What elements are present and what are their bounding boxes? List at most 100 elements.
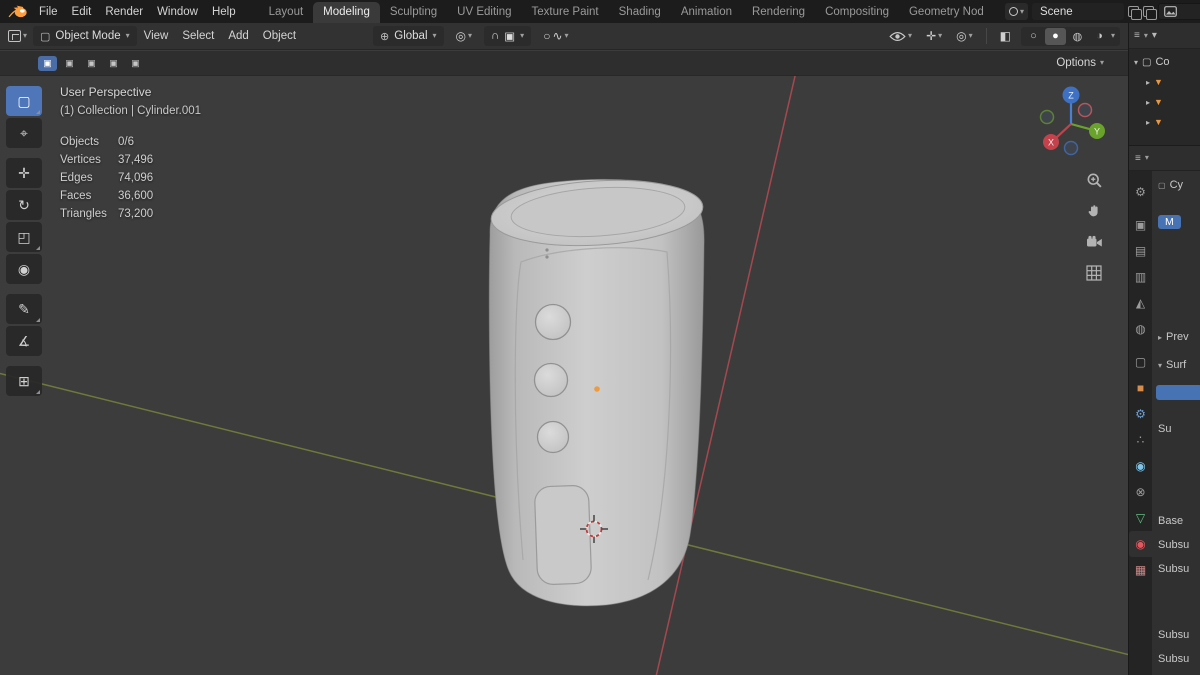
menu-file[interactable]: File bbox=[32, 4, 65, 20]
viewport-3d[interactable]: ▢ ⌖ ✛ ↻ ◰ ◉ ✎ ∡ ⊞ User Perspective (1) C… bbox=[0, 76, 1128, 675]
ptab-physics[interactable]: ◉ bbox=[1129, 453, 1152, 479]
ptab-output[interactable]: ▤ bbox=[1129, 238, 1152, 264]
expand-icon[interactable]: ▾ bbox=[1134, 58, 1138, 67]
ptab-modifiers[interactable]: ⚙ bbox=[1129, 401, 1152, 427]
expand-icon[interactable]: ▸ bbox=[1146, 98, 1150, 107]
tab-geometry-nodes[interactable]: Geometry Nod bbox=[899, 2, 994, 23]
shading-solid-button[interactable]: ● bbox=[1044, 27, 1066, 45]
select-mode-new-button[interactable]: ▣ bbox=[60, 56, 79, 71]
menu-help[interactable]: Help bbox=[205, 4, 243, 20]
ptab-constraints[interactable]: ⊗ bbox=[1129, 479, 1152, 505]
new-scene-icon[interactable] bbox=[1128, 6, 1142, 20]
scene-browse-button[interactable]: ▾ bbox=[1004, 3, 1028, 20]
ptab-tool[interactable]: ⚙ bbox=[1129, 179, 1152, 205]
menu-select[interactable]: Select bbox=[175, 28, 221, 44]
ptab-object[interactable]: ■ bbox=[1129, 375, 1152, 401]
surface-section-header[interactable]: ▾ Surf bbox=[1158, 359, 1186, 371]
cursor-icon: ⌖ bbox=[20, 124, 28, 141]
speaker-object[interactable] bbox=[488, 175, 705, 607]
pan-button[interactable] bbox=[1084, 201, 1104, 221]
blender-logo-icon[interactable] bbox=[8, 5, 28, 18]
outliner-row-collection[interactable]: ▾ ▢ Co bbox=[1129, 52, 1200, 72]
ptab-object-data[interactable]: ▽ bbox=[1129, 505, 1152, 531]
select-mode-tweak-button[interactable]: ▣ bbox=[38, 55, 57, 71]
overlays-dropdown[interactable]: ◎ ▾ bbox=[952, 29, 977, 43]
gizmos-dropdown[interactable]: ✛ ▾ bbox=[922, 29, 946, 43]
zoom-button[interactable] bbox=[1084, 170, 1104, 190]
ptab-scene[interactable]: ◭ bbox=[1129, 290, 1152, 316]
tab-animation[interactable]: Animation bbox=[671, 2, 742, 23]
new-material-button[interactable]: M bbox=[1158, 215, 1181, 229]
snap-controls[interactable]: ∩ ▣ ▾ bbox=[484, 26, 532, 46]
subsurface-field[interactable]: Subsu bbox=[1158, 629, 1189, 641]
subsurface-field[interactable]: Subsu bbox=[1158, 563, 1189, 575]
tool-select-box[interactable]: ▢ bbox=[6, 86, 42, 116]
menu-render[interactable]: Render bbox=[98, 4, 150, 20]
tool-scale[interactable]: ◰ bbox=[6, 222, 42, 252]
pivot-dropdown[interactable]: ◎ ▾ bbox=[452, 29, 477, 43]
outliner-editor-icon[interactable]: ≡ bbox=[1134, 30, 1140, 41]
preview-section-header[interactable]: ▸ Prev bbox=[1158, 331, 1189, 343]
chevron-down-icon: ▾ bbox=[1019, 6, 1024, 16]
tool-annotate[interactable]: ✎ bbox=[6, 294, 42, 324]
shading-rendered-button[interactable]: ◑ bbox=[1089, 28, 1110, 45]
tool-measure[interactable]: ∡ bbox=[6, 326, 42, 356]
tool-move[interactable]: ✛ bbox=[6, 158, 42, 188]
copy-scene-icon[interactable] bbox=[1143, 6, 1157, 20]
tab-shading[interactable]: Shading bbox=[609, 2, 671, 23]
use-nodes-button[interactable] bbox=[1156, 385, 1200, 400]
proportional-editing-toggle[interactable]: ○ ∿ ▾ bbox=[539, 29, 572, 43]
ptab-texture[interactable]: ▦ bbox=[1129, 557, 1152, 583]
tool-rotate[interactable]: ↻ bbox=[6, 190, 42, 220]
expand-icon[interactable]: ▸ bbox=[1146, 118, 1150, 127]
tab-compositing[interactable]: Compositing bbox=[815, 2, 899, 23]
expand-icon[interactable]: ▸ bbox=[1146, 78, 1150, 87]
subsurface-field[interactable]: Subsu bbox=[1158, 539, 1189, 551]
select-mode-extend-button[interactable]: ▣ bbox=[82, 56, 101, 71]
menu-edit[interactable]: Edit bbox=[65, 4, 99, 20]
view-layer-widget[interactable] bbox=[1158, 3, 1200, 20]
ptab-world[interactable]: ◍ bbox=[1129, 316, 1152, 342]
tab-modeling[interactable]: Modeling bbox=[313, 2, 380, 23]
menu-view[interactable]: View bbox=[137, 28, 176, 44]
camera-view-button[interactable] bbox=[1084, 232, 1104, 252]
chevron-down-icon: ▾ bbox=[468, 31, 473, 40]
select-mode-subtract-button[interactable]: ▣ bbox=[104, 56, 123, 71]
ptab-material[interactable]: ◉ bbox=[1129, 531, 1152, 557]
shading-wireframe-button[interactable]: ○ bbox=[1023, 28, 1044, 45]
toggle-ortho-button[interactable] bbox=[1084, 263, 1104, 283]
ptab-view-layer[interactable]: ▥ bbox=[1129, 264, 1152, 290]
subsurface-field[interactable]: Subsu bbox=[1158, 653, 1189, 665]
tool-cursor[interactable]: ⌖ bbox=[6, 118, 42, 148]
orientation-dropdown[interactable]: ⊕ Global ▾ bbox=[373, 26, 444, 46]
ptab-particles[interactable]: ∴ bbox=[1129, 427, 1152, 453]
properties-editor-icon[interactable]: ≡ bbox=[1135, 153, 1141, 164]
ptab-render[interactable]: ▣ bbox=[1129, 212, 1152, 238]
tab-uv-editing[interactable]: UV Editing bbox=[447, 2, 521, 23]
tab-rendering[interactable]: Rendering bbox=[742, 2, 815, 23]
tool-transform[interactable]: ◉ bbox=[6, 254, 42, 284]
tab-texture-paint[interactable]: Texture Paint bbox=[522, 2, 609, 23]
mode-dropdown[interactable]: ▢ Object Mode ▾ bbox=[33, 26, 137, 46]
xray-toggle[interactable]: ◧ bbox=[996, 29, 1015, 43]
chevron-down-icon: ▾ bbox=[968, 31, 973, 40]
filter-icon[interactable]: ▾ bbox=[1152, 30, 1157, 41]
ptab-collection[interactable]: ▢ bbox=[1129, 349, 1152, 375]
base-color-field[interactable]: Base bbox=[1158, 515, 1183, 527]
tool-add-cube[interactable]: ⊞ bbox=[6, 366, 42, 396]
tab-sculpting[interactable]: Sculpting bbox=[380, 2, 447, 23]
tab-layout[interactable]: Layout bbox=[259, 2, 314, 23]
shading-material-button[interactable]: ◍ bbox=[1067, 28, 1088, 45]
menu-add[interactable]: Add bbox=[221, 28, 255, 44]
menu-object[interactable]: Object bbox=[256, 28, 303, 44]
select-mode-intersect-button[interactable]: ▣ bbox=[126, 56, 145, 71]
menu-window[interactable]: Window bbox=[150, 4, 205, 20]
outliner-row-object[interactable]: ▸ ▼ bbox=[1129, 112, 1200, 132]
outliner-row-object[interactable]: ▸ ▼ bbox=[1129, 92, 1200, 112]
outliner-row-object[interactable]: ▸ ▼ bbox=[1129, 72, 1200, 92]
scene-name-field[interactable]: Scene bbox=[1032, 3, 1124, 20]
visibility-dropdown[interactable]: ▾ bbox=[885, 31, 916, 42]
editor-type-button[interactable]: ▾ bbox=[8, 30, 27, 42]
options-dropdown[interactable]: Options ▾ bbox=[1056, 57, 1104, 69]
nav-gizmo[interactable]: Z Y X bbox=[1027, 82, 1111, 166]
